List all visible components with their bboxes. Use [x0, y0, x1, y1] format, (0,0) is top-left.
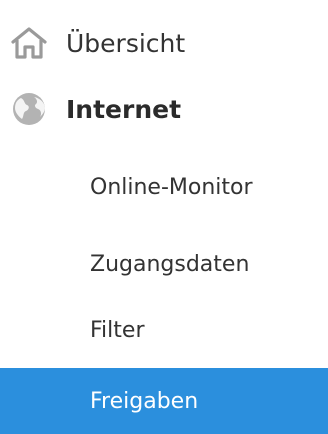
nav-item-label: Übersicht: [66, 28, 186, 58]
nav-subitem-online-monitor[interactable]: Online-Monitor: [0, 154, 328, 220]
nav-subitem-label: Online-Monitor: [90, 174, 253, 200]
nav-item-uebersicht[interactable]: Übersicht: [0, 10, 328, 76]
nav-subitem-freigaben[interactable]: Freigaben: [0, 368, 328, 434]
nav-subitem-label: Freigaben: [90, 388, 199, 414]
sidebar-navigation: Übersicht Internet Online-Monitor Zugang…: [0, 0, 328, 434]
nav-subitem-filter[interactable]: Filter: [0, 297, 328, 363]
nav-subitem-label: Zugangsdaten: [90, 251, 250, 277]
home-icon: [10, 23, 66, 63]
globe-icon: [10, 89, 66, 129]
nav-subitem-zugangsdaten[interactable]: Zugangsdaten: [0, 231, 328, 297]
nav-item-label: Internet: [66, 94, 182, 124]
nav-subitem-label: Filter: [90, 317, 145, 343]
nav-item-internet[interactable]: Internet: [0, 76, 328, 142]
